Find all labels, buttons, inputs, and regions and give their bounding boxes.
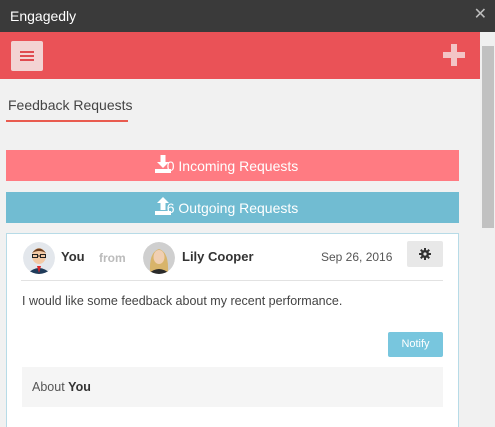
card-divider (21, 280, 443, 281)
hamburger-menu-icon[interactable] (11, 41, 43, 71)
requester-avatar (23, 242, 55, 274)
active-tab-indicator (6, 120, 128, 122)
scrollbar-thumb[interactable] (482, 46, 494, 228)
requester-name: You (61, 249, 85, 264)
about-name: You (68, 380, 91, 394)
close-icon[interactable]: ✕ (474, 5, 487, 25)
card-settings-button[interactable] (407, 241, 443, 267)
recipient-avatar (143, 242, 175, 274)
scrollbar[interactable] (480, 32, 495, 427)
gear-icon (419, 248, 431, 260)
about-label: About You (32, 380, 91, 394)
tab-feedback-requests[interactable]: Feedback Requests (8, 97, 133, 113)
outgoing-requests-button[interactable]: 6 Outgoing Requests (6, 192, 459, 223)
recipient-name[interactable]: Lily Cooper (182, 249, 254, 264)
from-label: from (99, 251, 126, 265)
plus-icon[interactable] (443, 44, 465, 66)
request-date: Sep 26, 2016 (321, 250, 393, 264)
notify-button[interactable]: Notify (388, 332, 443, 357)
feedback-request-card: You from Lily Cooper Sep 26, 2016 I woul… (6, 233, 459, 427)
request-message: I would like some feedback about my rece… (22, 294, 343, 308)
about-section: About You (22, 367, 443, 407)
incoming-requests-label: 0 Incoming Requests (166, 158, 299, 174)
window-title: Engagedly (10, 8, 77, 24)
incoming-requests-button[interactable]: 0 Incoming Requests (6, 150, 459, 181)
app-toolbar (0, 32, 480, 79)
outgoing-requests-label: 6 Outgoing Requests (166, 200, 299, 216)
window-titlebar: Engagedly ✕ (0, 0, 495, 32)
about-prefix: About (32, 380, 65, 394)
